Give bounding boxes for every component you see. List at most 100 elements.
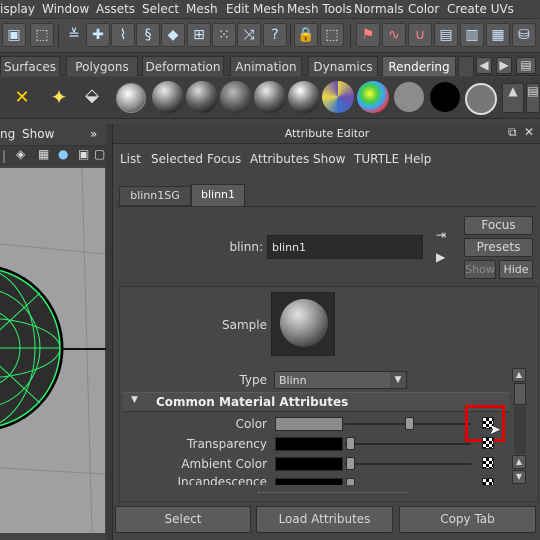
presets-button[interactable]: Presets [464, 238, 533, 257]
scrollbar-thumb[interactable] [514, 383, 526, 405]
scroll-up-bottom-icon[interactable]: ▲ [512, 455, 526, 469]
menu-mesh-tools[interactable]: Mesh Tools [287, 2, 352, 16]
filter-icon[interactable]: ≚ [62, 23, 86, 47]
incandescence-swatch[interactable] [275, 478, 343, 485]
transparency-slider-handle[interactable] [346, 437, 355, 450]
type-dropdown[interactable]: Blinn ▼ [274, 371, 407, 389]
ae-menu-selected[interactable]: Selected [151, 152, 203, 166]
common-material-section-header[interactable]: ▼ Common Material Attributes [123, 392, 509, 412]
shelf-scroll-icon[interactable]: ▲ [502, 83, 524, 113]
hypershade-icon[interactable]: ⛁ [512, 23, 536, 47]
viewport-menu-show[interactable]: Show [22, 127, 54, 141]
transparency-slider-track[interactable] [345, 443, 471, 445]
menu-window[interactable]: Window [42, 2, 89, 16]
shelf-scroll-left-icon[interactable]: ◀ [476, 57, 492, 74]
tab-surfaces[interactable]: Surfaces [0, 56, 60, 76]
shelf-scroll-right-icon[interactable]: ▶ [496, 57, 512, 74]
snap-surface-icon[interactable]: ⊞ [187, 23, 211, 47]
layered-shader-icon[interactable] [465, 83, 497, 115]
load-attributes-button[interactable]: Load Attributes [256, 506, 393, 533]
phonge-material-icon[interactable] [220, 81, 252, 113]
float-window-icon[interactable]: ⧉ [508, 125, 517, 140]
scroll-up-icon[interactable]: ▲ [512, 368, 526, 382]
directional-light-icon[interactable]: ✕ [10, 85, 34, 109]
viewport-menu-expand-icon[interactable]: » [90, 127, 97, 141]
anisotropic-material-icon[interactable] [254, 81, 286, 113]
ae-menu-focus[interactable]: Focus [207, 152, 241, 166]
menu-assets[interactable]: Assets [96, 2, 135, 16]
lambert-material-icon[interactable] [116, 83, 146, 113]
component-mode-icon[interactable]: ⬚ [30, 23, 54, 47]
snap-plane-icon[interactable]: ◆ [161, 23, 185, 47]
tab-dynamics[interactable]: Dynamics [308, 56, 378, 76]
transparency-swatch[interactable] [275, 437, 343, 451]
shelf-options-icon[interactable]: ▤ [526, 83, 540, 113]
scroll-down-icon[interactable]: ▼ [512, 470, 526, 484]
snap-curve-icon[interactable]: ⌇ [111, 23, 135, 47]
color-swatch[interactable] [275, 417, 343, 431]
select-button[interactable]: Select [115, 506, 251, 533]
incandescence-slider-handle[interactable] [346, 478, 355, 485]
snap-view-icon[interactable]: ⁙ [212, 23, 236, 47]
perspective-viewport[interactable] [0, 168, 105, 533]
lights-icon[interactable]: ▢ [94, 147, 105, 161]
snap-magnet-icon[interactable]: ⤨ [237, 23, 261, 47]
select-mode-icon[interactable]: ▣ [2, 23, 26, 47]
render-view-icon[interactable]: ▥ [460, 23, 484, 47]
tab-overflow[interactable] [458, 56, 474, 76]
tab-blinn1sg[interactable]: blinn1SG [119, 186, 191, 206]
shelf-menu-icon[interactable]: ▤ [516, 57, 536, 74]
surface-shader-icon[interactable] [394, 82, 424, 112]
grid-icon[interactable]: ▦ [38, 147, 49, 161]
menu-display[interactable]: isplay [0, 2, 35, 16]
tab-animation[interactable]: Animation [230, 56, 302, 76]
ambient-color-slider-handle[interactable] [346, 457, 355, 470]
construction-icon[interactable]: ∿ [382, 23, 406, 47]
resize-grip[interactable] [258, 492, 408, 495]
ae-menu-help[interactable]: Help [404, 152, 431, 166]
menu-mesh[interactable]: Mesh [186, 2, 218, 16]
sphere-mesh[interactable] [0, 266, 64, 430]
history-icon[interactable]: ⚑ [356, 23, 380, 47]
render-icon[interactable]: ▤ [434, 23, 458, 47]
area-light-icon[interactable]: ⬙ [80, 83, 104, 107]
ambient-color-swatch[interactable] [275, 457, 343, 471]
color-texture-icon[interactable] [357, 81, 389, 113]
viewport-menu-shading[interactable]: ng [0, 127, 15, 141]
point-light-icon[interactable]: ✦ [47, 85, 71, 109]
render-settings-icon[interactable]: ▦ [486, 23, 510, 47]
smooth-shade-icon[interactable]: ● [58, 147, 68, 161]
hide-button[interactable]: Hide [499, 260, 533, 279]
color-slider-handle[interactable] [405, 417, 414, 430]
copy-tab-button[interactable]: Copy Tab [399, 506, 536, 533]
menu-select[interactable]: Select [142, 2, 179, 16]
ae-menu-list[interactable]: List [120, 152, 141, 166]
tab-deformation[interactable]: Deformation [142, 56, 224, 76]
use-background-icon[interactable] [430, 82, 460, 112]
tab-polygons[interactable]: Polygons [66, 56, 138, 76]
input-connection-icon[interactable]: ⇥ [436, 228, 446, 242]
incandescence-map-button-icon[interactable] [482, 478, 494, 485]
scrollbar-track[interactable] [514, 406, 526, 454]
lock-icon[interactable]: 🔒 [294, 23, 318, 47]
show-button[interactable]: Show [464, 260, 496, 279]
tab-rendering[interactable]: Rendering [382, 56, 456, 76]
blinn-material-icon[interactable] [152, 81, 184, 113]
menu-color[interactable]: Color [408, 2, 439, 16]
output-connection-icon[interactable]: ▶ [436, 250, 445, 264]
phong-material-icon[interactable] [186, 81, 218, 113]
menu-normals[interactable]: Normals [354, 2, 404, 16]
selection-icon[interactable]: ⬚ [320, 23, 344, 47]
notes-splitter[interactable] [163, 494, 171, 498]
ae-menu-show[interactable]: Show [313, 152, 345, 166]
ramp-shader-icon[interactable] [288, 81, 320, 113]
wireframe-icon[interactable]: ◈ [16, 147, 25, 161]
menu-create-uvs[interactable]: Create UVs [447, 2, 514, 16]
ambient-color-slider-track[interactable] [345, 463, 471, 465]
help-icon[interactable]: ? [263, 23, 287, 47]
focus-button[interactable]: Focus [464, 216, 533, 235]
tab-blinn1[interactable]: blinn1 [191, 184, 245, 206]
close-icon[interactable]: ✕ [524, 125, 534, 139]
textured-icon[interactable]: ▣ [78, 147, 89, 161]
magnet-icon[interactable]: ∪ [408, 23, 432, 47]
